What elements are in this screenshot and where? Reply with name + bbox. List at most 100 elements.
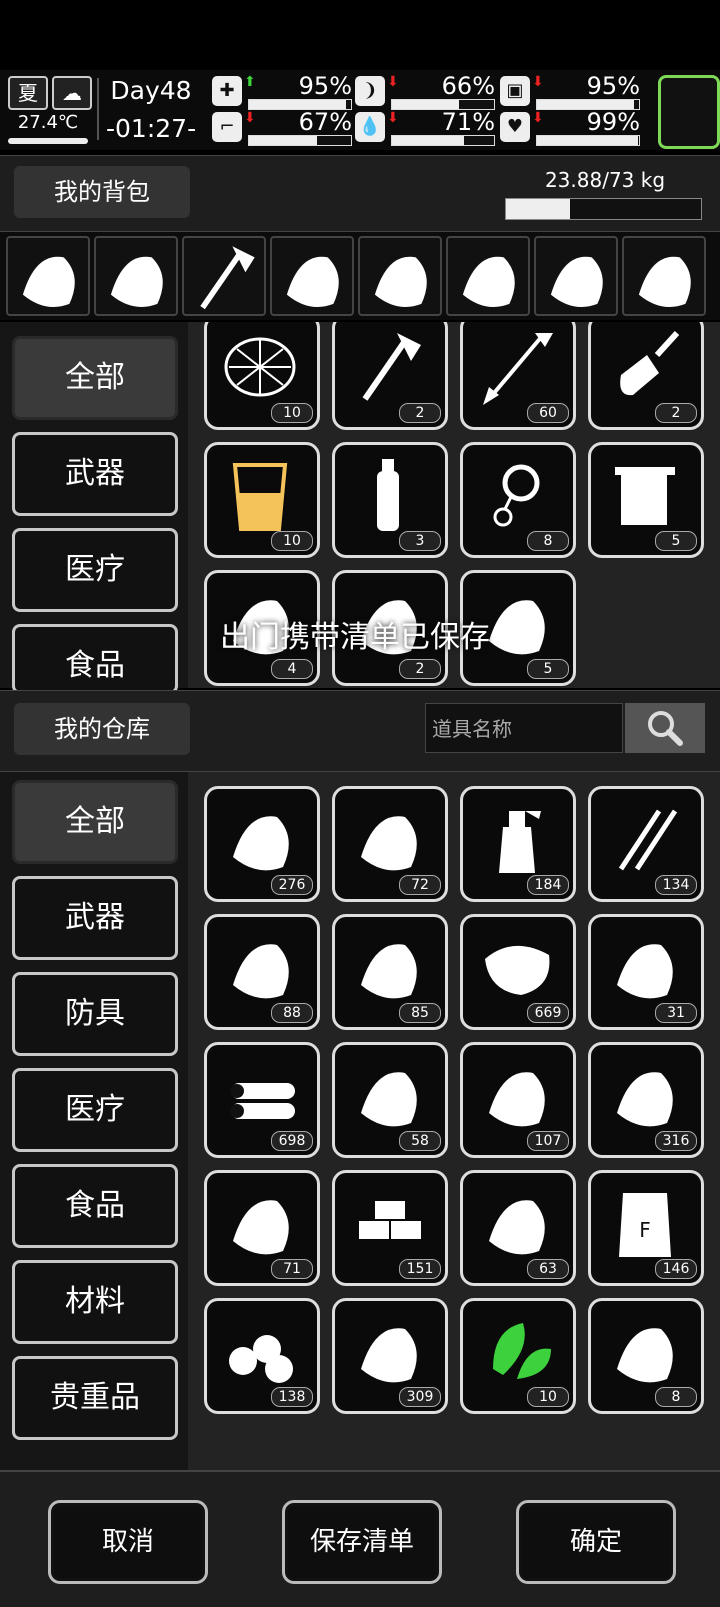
inventory-item[interactable]: 8 [460,442,576,558]
inventory-item[interactable]: 10 [204,322,320,430]
inventory-item[interactable]: 72 [332,786,448,902]
category-tab-1[interactable]: 武器 [12,432,178,516]
inventory-item[interactable]: 58 [332,1042,448,1158]
glove-slot[interactable] [358,236,442,316]
category-tab-3[interactable]: 食品 [12,624,178,694]
inventory-item[interactable]: 138 [204,1298,320,1414]
inventory-item[interactable]: 8 [588,1298,704,1414]
saved-toast: 出门携带清单已保存 [220,620,490,655]
stomach-icon: ❩ [355,76,385,106]
item-count: 58 [399,1131,441,1151]
inventory-item[interactable]: 309 [332,1298,448,1414]
cap-slot[interactable] [534,236,618,316]
wire-icon [617,944,673,999]
item-count: 309 [399,1387,441,1407]
fabric-icon [489,1072,545,1127]
axe-slot[interactable] [182,236,266,316]
search-input[interactable]: 道具名称 [425,703,623,753]
cap-icon [550,256,603,308]
inventory-item[interactable]: 184 [460,786,576,902]
arrow-down-icon: ⬇ [532,110,544,126]
category-tab-0[interactable]: 全部 [12,336,178,420]
category-tab-1[interactable]: 武器 [12,876,178,960]
season-indicator: 夏 [8,76,48,110]
logs-icon [230,1083,295,1119]
heart-icon: ♥ [500,112,530,142]
category-tab-5[interactable]: 材料 [12,1260,178,1344]
item-count: 31 [655,1003,697,1023]
item-count: 8 [527,531,569,551]
item-count: 10 [527,1387,569,1407]
meat-icon [485,945,550,995]
vest-armor-icon [462,256,515,308]
search-button[interactable] [625,703,705,753]
leather-icon [361,1072,417,1127]
inventory-item[interactable]: 698 [204,1042,320,1158]
stat-bar [536,135,640,146]
quick-slot[interactable] [658,75,720,149]
temperature-bar [8,138,88,144]
stat-value: 95% [298,72,352,100]
inventory-item[interactable]: 2 [588,322,704,430]
backpack-slot[interactable] [622,236,706,316]
inventory-item[interactable]: F 146 [588,1170,704,1286]
category-tab-2[interactable]: 医疗 [12,528,178,612]
towel-icon [615,467,675,525]
inventory-item[interactable]: 31 [588,914,704,1030]
vest-armor-slot[interactable] [446,236,530,316]
stat-bar [391,135,495,146]
category-tab-2[interactable]: 防具 [12,972,178,1056]
inventory-item[interactable]: 134 [588,786,704,902]
backpack-icon [638,256,691,308]
inventory-item[interactable]: 107 [460,1042,576,1158]
arrow-down-icon: ⬇ [244,110,256,126]
inventory-item[interactable]: 10 [204,442,320,558]
inventory-item[interactable]: 63 [460,1170,576,1286]
inventory-item[interactable]: 85 [332,914,448,1030]
inventory-item[interactable]: 5 [588,442,704,558]
herb-icon [493,1323,551,1379]
stat-bar-fill [537,136,638,145]
backpack-title: 我的背包 [14,166,190,218]
axe-icon [200,246,255,310]
item-count: 2 [655,403,697,423]
category-tab-4[interactable]: 食品 [12,1164,178,1248]
inventory-item[interactable]: 151 [332,1170,448,1286]
stat-meter: ▣ ⬇ 95% [500,72,640,110]
inventory-item[interactable]: 71 [204,1170,320,1286]
hay-icon [361,1328,417,1383]
riot-shield-slot[interactable] [270,236,354,316]
inventory-item[interactable]: 669 [460,914,576,1030]
cancel-button[interactable]: 取消 [48,1500,208,1584]
pickaxe-hand-slot[interactable] [94,236,178,316]
item-count: 2 [399,659,441,679]
water-drop-icon: 💧 [355,112,385,142]
inventory-item[interactable]: 276 [204,786,320,902]
potatoes-icon [229,1335,293,1383]
category-tab-6[interactable]: 贵重品 [12,1356,178,1440]
inventory-item[interactable]: 60 [460,322,576,430]
confirm-button[interactable]: 确定 [516,1500,676,1584]
item-count: 146 [655,1259,697,1279]
item-count: 138 [271,1387,313,1407]
arrow-icon [483,333,553,405]
inventory-item[interactable]: 10 [460,1298,576,1414]
category-tab-3[interactable]: 医疗 [12,1068,178,1152]
stat-meter: ⌐ ⬇ 67% [212,108,352,146]
net-helmet-slot[interactable] [6,236,90,316]
inventory-item[interactable]: 316 [588,1042,704,1158]
inventory-item[interactable]: 2 [332,322,448,430]
pill-icon: ▣ [500,76,530,106]
inventory-item[interactable]: 88 [204,914,320,1030]
cloth-pile-icon [617,1072,673,1127]
scrap-icon [233,816,289,871]
arrow-down-icon: ⬇ [532,74,544,90]
item-count: 60 [527,403,569,423]
bricks-icon [359,1201,421,1239]
item-count: 85 [399,1003,441,1023]
save-list-button[interactable]: 保存清单 [282,1500,442,1584]
stat-value: 99% [586,108,640,136]
cloth-scrap-icon [361,816,417,871]
category-tab-0[interactable]: 全部 [12,780,178,864]
inventory-item[interactable]: 3 [332,442,448,558]
